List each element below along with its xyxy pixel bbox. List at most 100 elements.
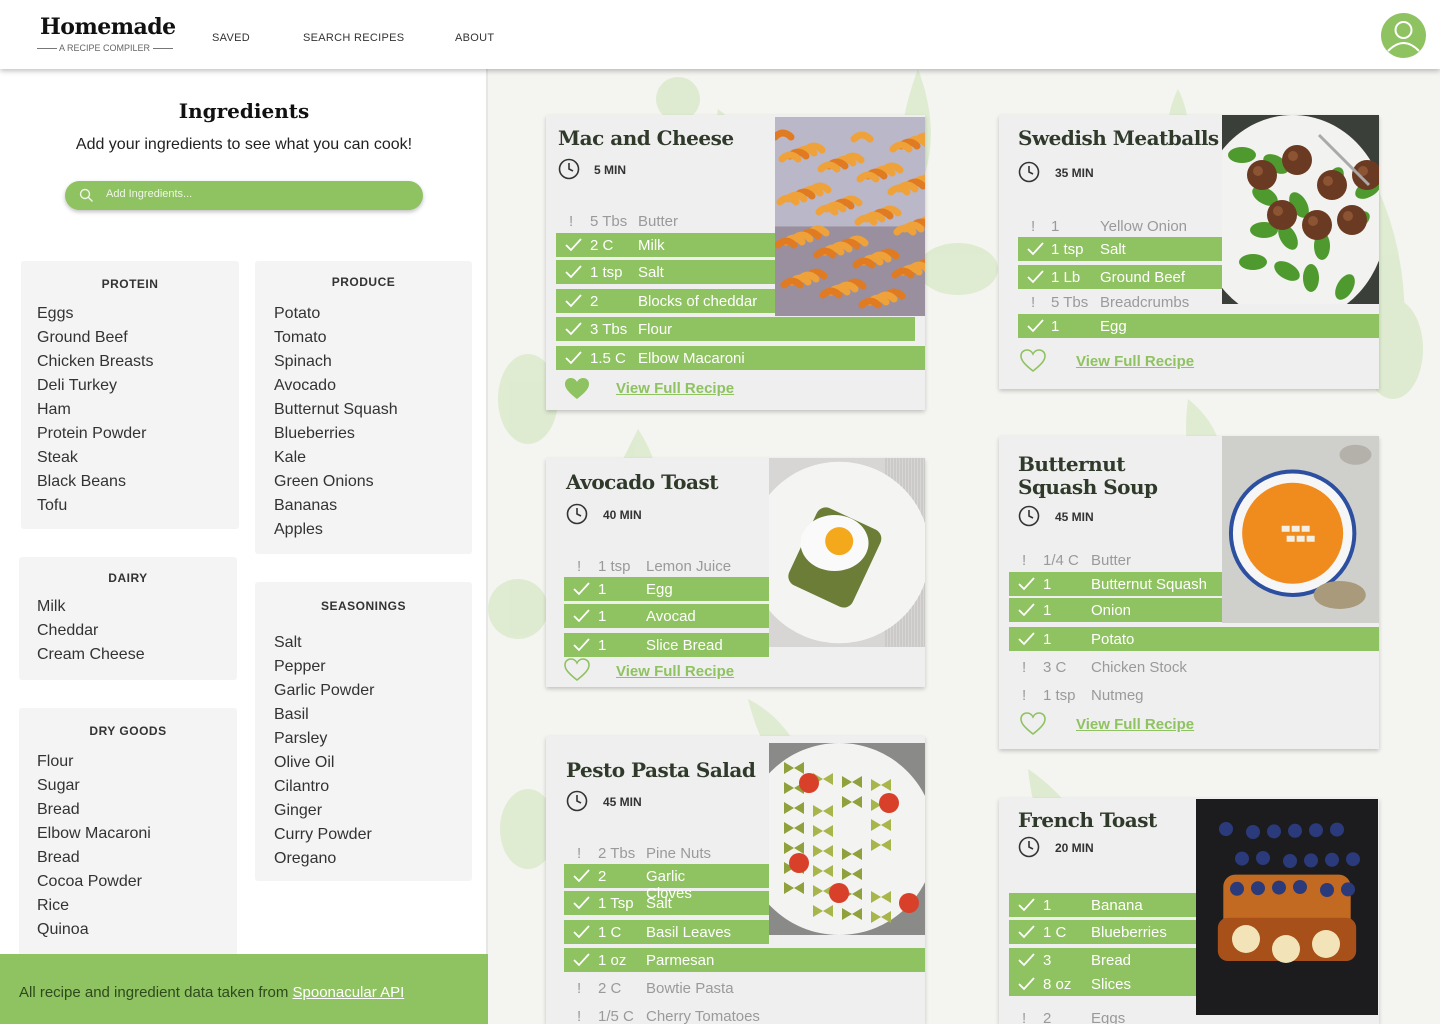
ingredient-name: Chicken Stock [1091, 659, 1187, 676]
clock-icon [1018, 505, 1040, 531]
ingredient-item[interactable]: Elbow Macaroni [37, 825, 151, 843]
ingredient-item[interactable]: Chicken Breasts [37, 353, 154, 371]
ingredient-quantity: 1 [1043, 631, 1052, 648]
ingredient-quantity: 1 [1043, 602, 1052, 619]
ingredient-item[interactable]: Eggs [37, 305, 73, 323]
ingredient-item[interactable]: Curry Powder [274, 826, 372, 844]
check-icon [1017, 923, 1037, 945]
nav-about[interactable]: ABOUT [455, 32, 494, 44]
ingredient-name: Egg [646, 581, 673, 598]
ingredient-item[interactable]: Tofu [37, 497, 67, 515]
ingredient-have-row: 3 Tbs Flour [556, 317, 925, 341]
ingredient-quantity: 2 C [590, 237, 614, 254]
ingredient-item[interactable]: Bread [37, 801, 80, 819]
ingredient-name: Banana [1091, 897, 1143, 914]
ingredient-item[interactable]: Cilantro [274, 778, 329, 796]
ingredient-item[interactable]: Pepper [274, 658, 326, 676]
ingredient-item[interactable]: Basil [274, 706, 309, 724]
ingredient-item[interactable]: Deli Turkey [37, 377, 117, 395]
ingredient-item[interactable]: Protein Powder [37, 425, 146, 443]
cook-time: 20 MIN [1055, 841, 1094, 855]
ingredient-missing-row: ! 5 Tbs Butter [556, 209, 925, 233]
ingredient-item[interactable]: Spinach [274, 353, 332, 371]
search-placeholder: Add Ingredients... [106, 188, 193, 200]
ingredient-item[interactable]: Cocoa Powder [37, 873, 142, 891]
ingredient-item[interactable]: Garlic Powder [274, 682, 374, 700]
recipe-card: Swedish Meatballs 35 MIN! 1 Yellow Onion 1 t… [999, 115, 1379, 389]
recipe-card: French Toast 20 MIN 1 Banana 1 C Blueberries 3… [999, 798, 1379, 1024]
ingredient-quantity: 8 oz [1043, 976, 1072, 993]
ingredient-item[interactable]: Olive Oil [274, 754, 334, 772]
ingredient-item[interactable]: Ground Beef [37, 329, 128, 347]
ingredient-item[interactable]: Butternut Squash [274, 401, 398, 419]
ingredient-quantity: 1 [598, 581, 607, 598]
ingredient-item[interactable]: Rice [37, 897, 69, 915]
exclamation-icon: ! [569, 213, 574, 230]
ingredient-item[interactable]: Potato [274, 305, 320, 323]
ingredient-name: Onion [1091, 602, 1132, 619]
heart-icon[interactable] [1020, 712, 1046, 736]
nav-saved[interactable]: SAVED [212, 32, 250, 44]
heart-icon[interactable] [564, 658, 590, 682]
recipe-title[interactable]: Butternut Squash Soup [1018, 453, 1208, 499]
ingredient-item[interactable]: Parsley [274, 730, 327, 748]
ingredient-item[interactable]: Salt [274, 634, 302, 652]
heart-icon[interactable] [1020, 349, 1046, 373]
ingredient-quantity: 1 [598, 608, 607, 625]
user-avatar-button[interactable] [1381, 13, 1426, 58]
exclamation-icon: ! [1031, 294, 1036, 311]
ingredient-item[interactable]: Avocado [274, 377, 336, 395]
view-full-recipe-link[interactable]: View Full Recipe [616, 663, 734, 680]
ingredient-item[interactable]: Bananas [274, 497, 337, 515]
category-produce: PRODUCE Potato Tomato Spinach Avocado Bu… [255, 261, 472, 554]
ingredient-item[interactable]: Kale [274, 449, 306, 467]
ingredient-item[interactable]: Ham [37, 401, 71, 419]
ingredient-item[interactable]: Tomato [274, 329, 326, 347]
ingredient-item[interactable]: Quinoa [37, 921, 89, 939]
check-icon [1026, 240, 1046, 262]
ingredient-name: Slices [1091, 976, 1132, 993]
ingredient-item[interactable]: Sugar [37, 777, 80, 795]
ingredient-item[interactable]: Black Beans [37, 473, 126, 491]
ingredient-item[interactable]: Oregano [274, 850, 336, 868]
ingredient-quantity: 1 [1043, 897, 1052, 914]
ingredient-name: Butternut Squash [1091, 576, 1207, 593]
check-icon [564, 320, 584, 342]
ingredient-name: Garlic [646, 868, 686, 885]
ingredient-item[interactable]: Cheddar [37, 622, 98, 640]
ingredient-name: Milk [638, 237, 665, 254]
nav-search-recipes[interactable]: SEARCH RECIPES [303, 32, 404, 44]
ingredient-item[interactable]: Blueberries [274, 425, 355, 443]
ingredient-item[interactable]: Steak [37, 449, 78, 467]
ingredient-item[interactable]: Green Onions [274, 473, 374, 491]
ingredient-item[interactable]: Ginger [274, 802, 322, 820]
check-icon [572, 951, 592, 973]
category-title: DRY GOODS [89, 724, 167, 738]
ingredient-name: Basil Leaves [646, 924, 732, 941]
ingredient-item[interactable]: Apples [274, 521, 323, 539]
heart-filled-icon[interactable] [564, 377, 590, 401]
spoonacular-link[interactable]: Spoonacular API [293, 984, 405, 1001]
view-full-recipe-link[interactable]: View Full Recipe [616, 380, 734, 397]
view-full-recipe-link[interactable]: View Full Recipe [1076, 716, 1194, 733]
ingredient-missing-row: ! 3 C Chicken Stock [1009, 655, 1379, 679]
category-title: SEASONINGS [320, 599, 406, 613]
recipe-title[interactable]: French Toast [1018, 809, 1196, 832]
ingredient-missing-row: ! 1/4 C Butter [1009, 548, 1379, 572]
ingredient-item[interactable]: Flour [37, 753, 73, 771]
ingredient-item[interactable]: Milk [37, 598, 65, 616]
check-icon [572, 867, 592, 889]
recipe-title[interactable]: Avocado Toast [566, 471, 769, 494]
exclamation-icon: ! [577, 980, 582, 997]
ingredient-have-row: 1 oz Parmesan [564, 948, 925, 972]
recipe-title[interactable]: Mac and Cheese [558, 127, 775, 150]
ingredient-item[interactable]: Cream Cheese [37, 646, 145, 664]
logo-title[interactable]: Homemade [40, 14, 176, 40]
recipe-title[interactable]: Swedish Meatballs [1018, 127, 1222, 150]
ingredients-heading: Ingredients [178, 99, 310, 123]
recipe-title[interactable]: Pesto Pasta Salad [566, 759, 769, 782]
view-full-recipe-link[interactable]: View Full Recipe [1076, 353, 1194, 370]
ingredient-item[interactable]: Bread [37, 849, 80, 867]
add-ingredients-input[interactable]: Add Ingredients... [65, 181, 423, 210]
ingredient-quantity: 3 Tbs [590, 321, 628, 338]
